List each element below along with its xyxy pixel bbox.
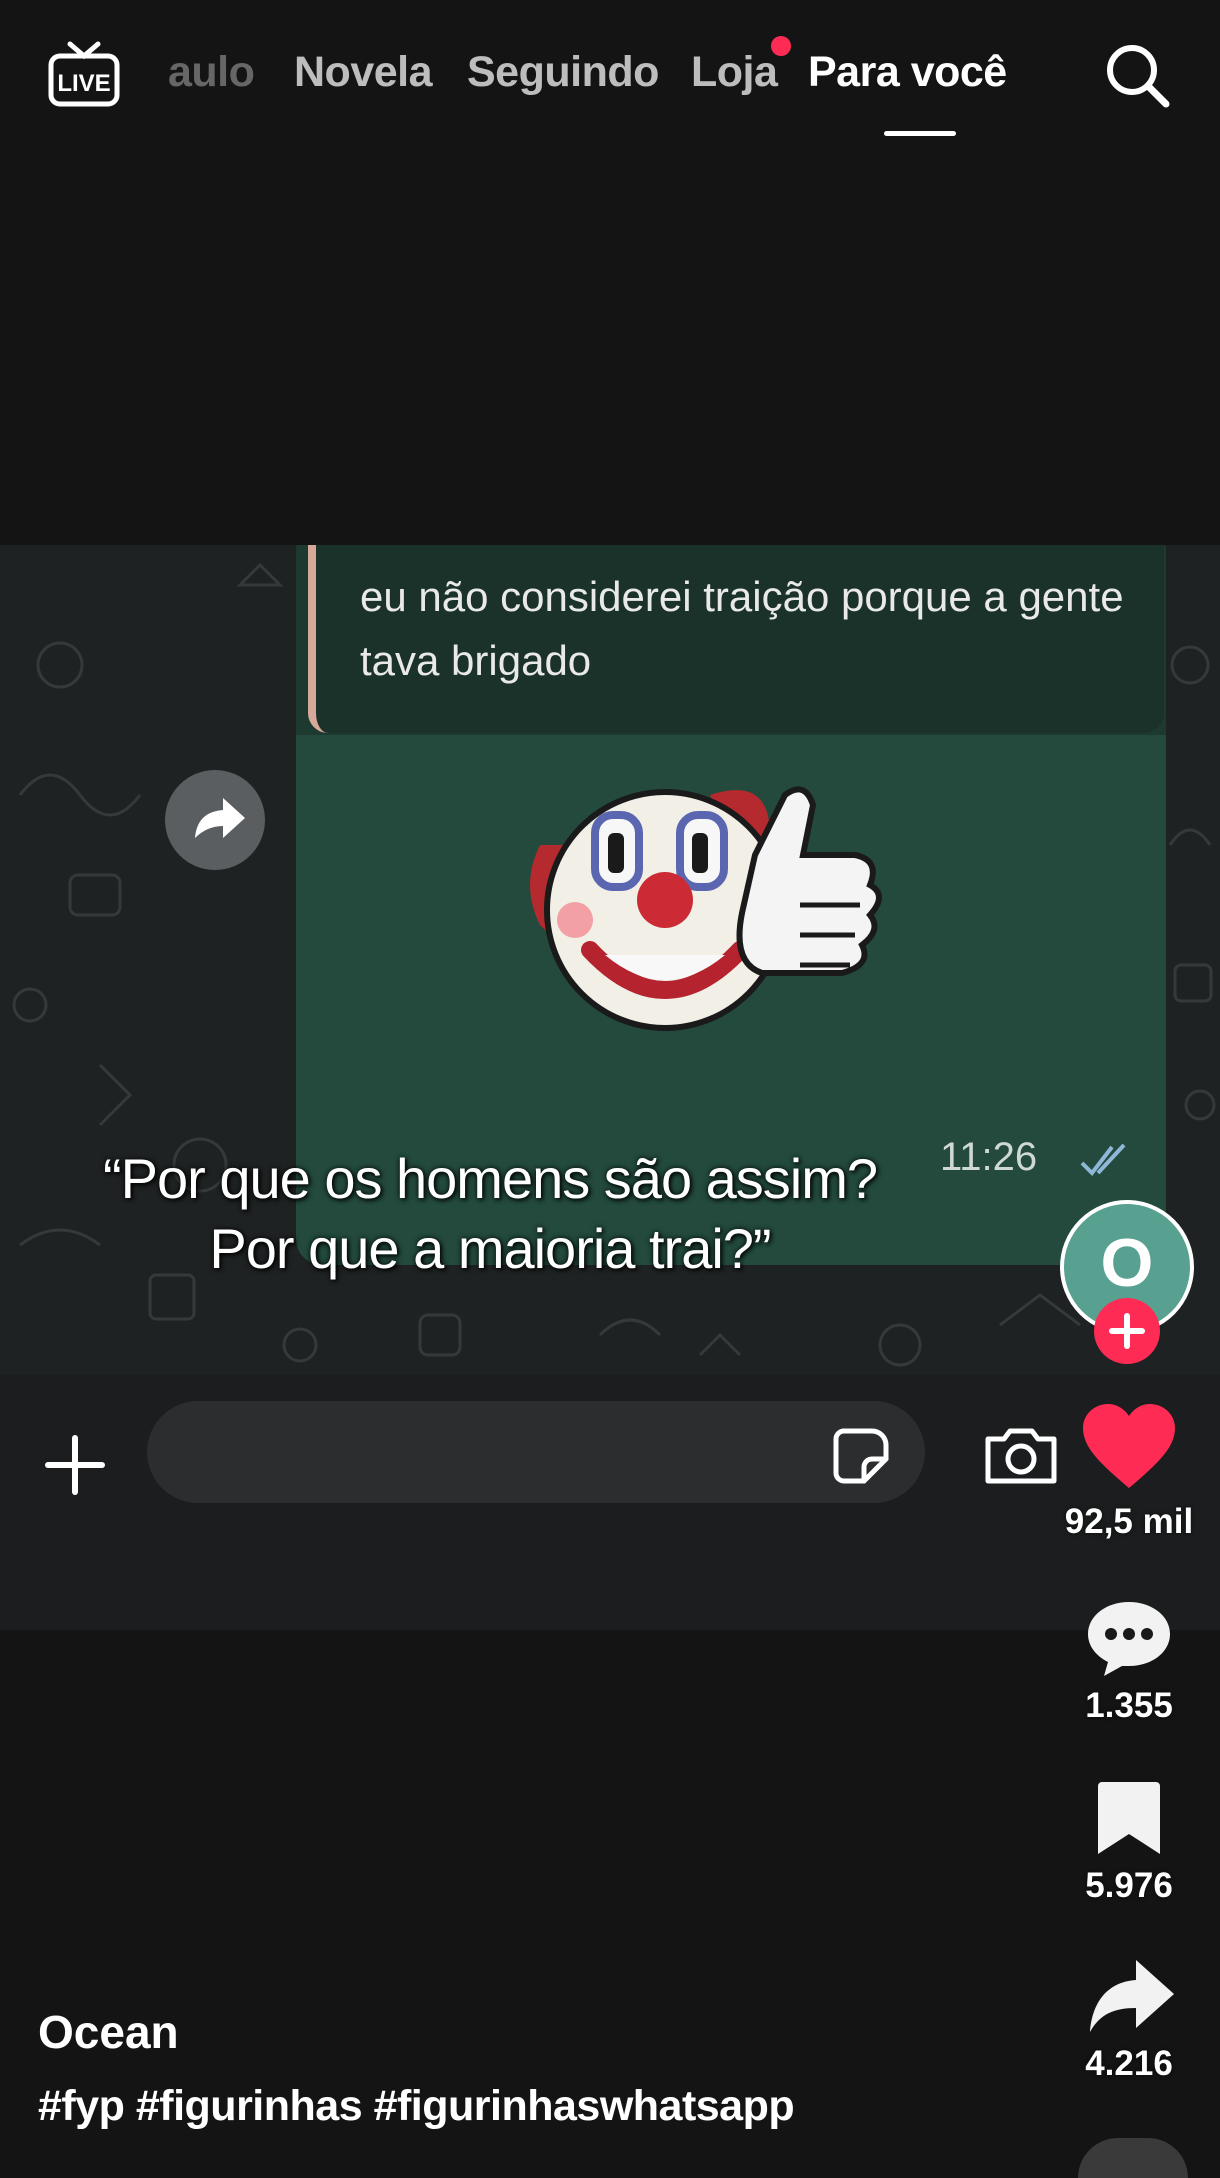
share-icon (1090, 1960, 1174, 2032)
comment-button[interactable]: 1.355 (1054, 1598, 1204, 1728)
notification-dot (771, 36, 792, 56)
tab-loja-label: Loja (691, 48, 778, 96)
message-time: 11:26 (940, 1135, 1038, 1179)
forward-icon[interactable] (165, 770, 265, 870)
live-label: LIVE (57, 70, 110, 97)
bookmark-icon (1098, 1782, 1160, 1854)
comment-count: 1.355 (1085, 1686, 1173, 1725)
like-button[interactable]: 92,5 mil (1054, 1404, 1204, 1554)
share-count: 4.216 (1085, 2044, 1173, 2083)
quoted-message[interactable]: eu não considerei traição porque a gente… (308, 545, 1164, 733)
avatar-letter: O (1100, 1225, 1154, 1301)
music-disc[interactable] (1078, 2138, 1188, 2178)
video-hashtags[interactable]: #fyp #figurinhas #figurinhaswhatsapp (38, 2082, 795, 2131)
video-player[interactable]: eu não considerei traição porque a gente… (0, 545, 1220, 1630)
follow-button[interactable] (1094, 1298, 1160, 1364)
plus-icon[interactable] (40, 1430, 110, 1500)
tab-loja[interactable]: Loja (691, 36, 792, 97)
message-input[interactable] (147, 1401, 925, 1503)
top-nav: LIVE aulo Novela Seguindo Loja Para você (0, 0, 1220, 150)
comment-icon (1088, 1602, 1170, 1676)
read-receipt-icon (1080, 1143, 1126, 1177)
like-count: 92,5 mil (1064, 1502, 1194, 1541)
tab-novela[interactable]: Novela (294, 48, 433, 97)
heart-icon (1083, 1404, 1175, 1488)
sticker-icon[interactable] (830, 1425, 892, 1487)
tab-para-voce[interactable]: Para você (808, 48, 1007, 97)
message-timestamp: 11:26 (940, 1135, 1140, 1187)
share-button[interactable]: 4.216 (1054, 1956, 1204, 2086)
live-icon[interactable]: LIVE (48, 38, 120, 110)
bookmark-button[interactable]: 5.976 (1054, 1778, 1204, 1908)
quoted-message-text: eu não considerei traição porque a gente… (360, 573, 1124, 684)
clown-sticker (530, 786, 882, 1031)
video-caption: “Por que os homens são assim? Por que a … (102, 1147, 878, 1280)
creator-name[interactable]: Ocean (38, 2005, 179, 2059)
tab-seguindo[interactable]: Seguindo (467, 48, 659, 97)
active-tab-indicator (884, 131, 956, 136)
tab-faded[interactable]: aulo (168, 48, 255, 97)
bookmark-count: 5.976 (1085, 1866, 1173, 1905)
search-icon[interactable] (1102, 40, 1172, 110)
camera-icon[interactable] (982, 1425, 1060, 1487)
